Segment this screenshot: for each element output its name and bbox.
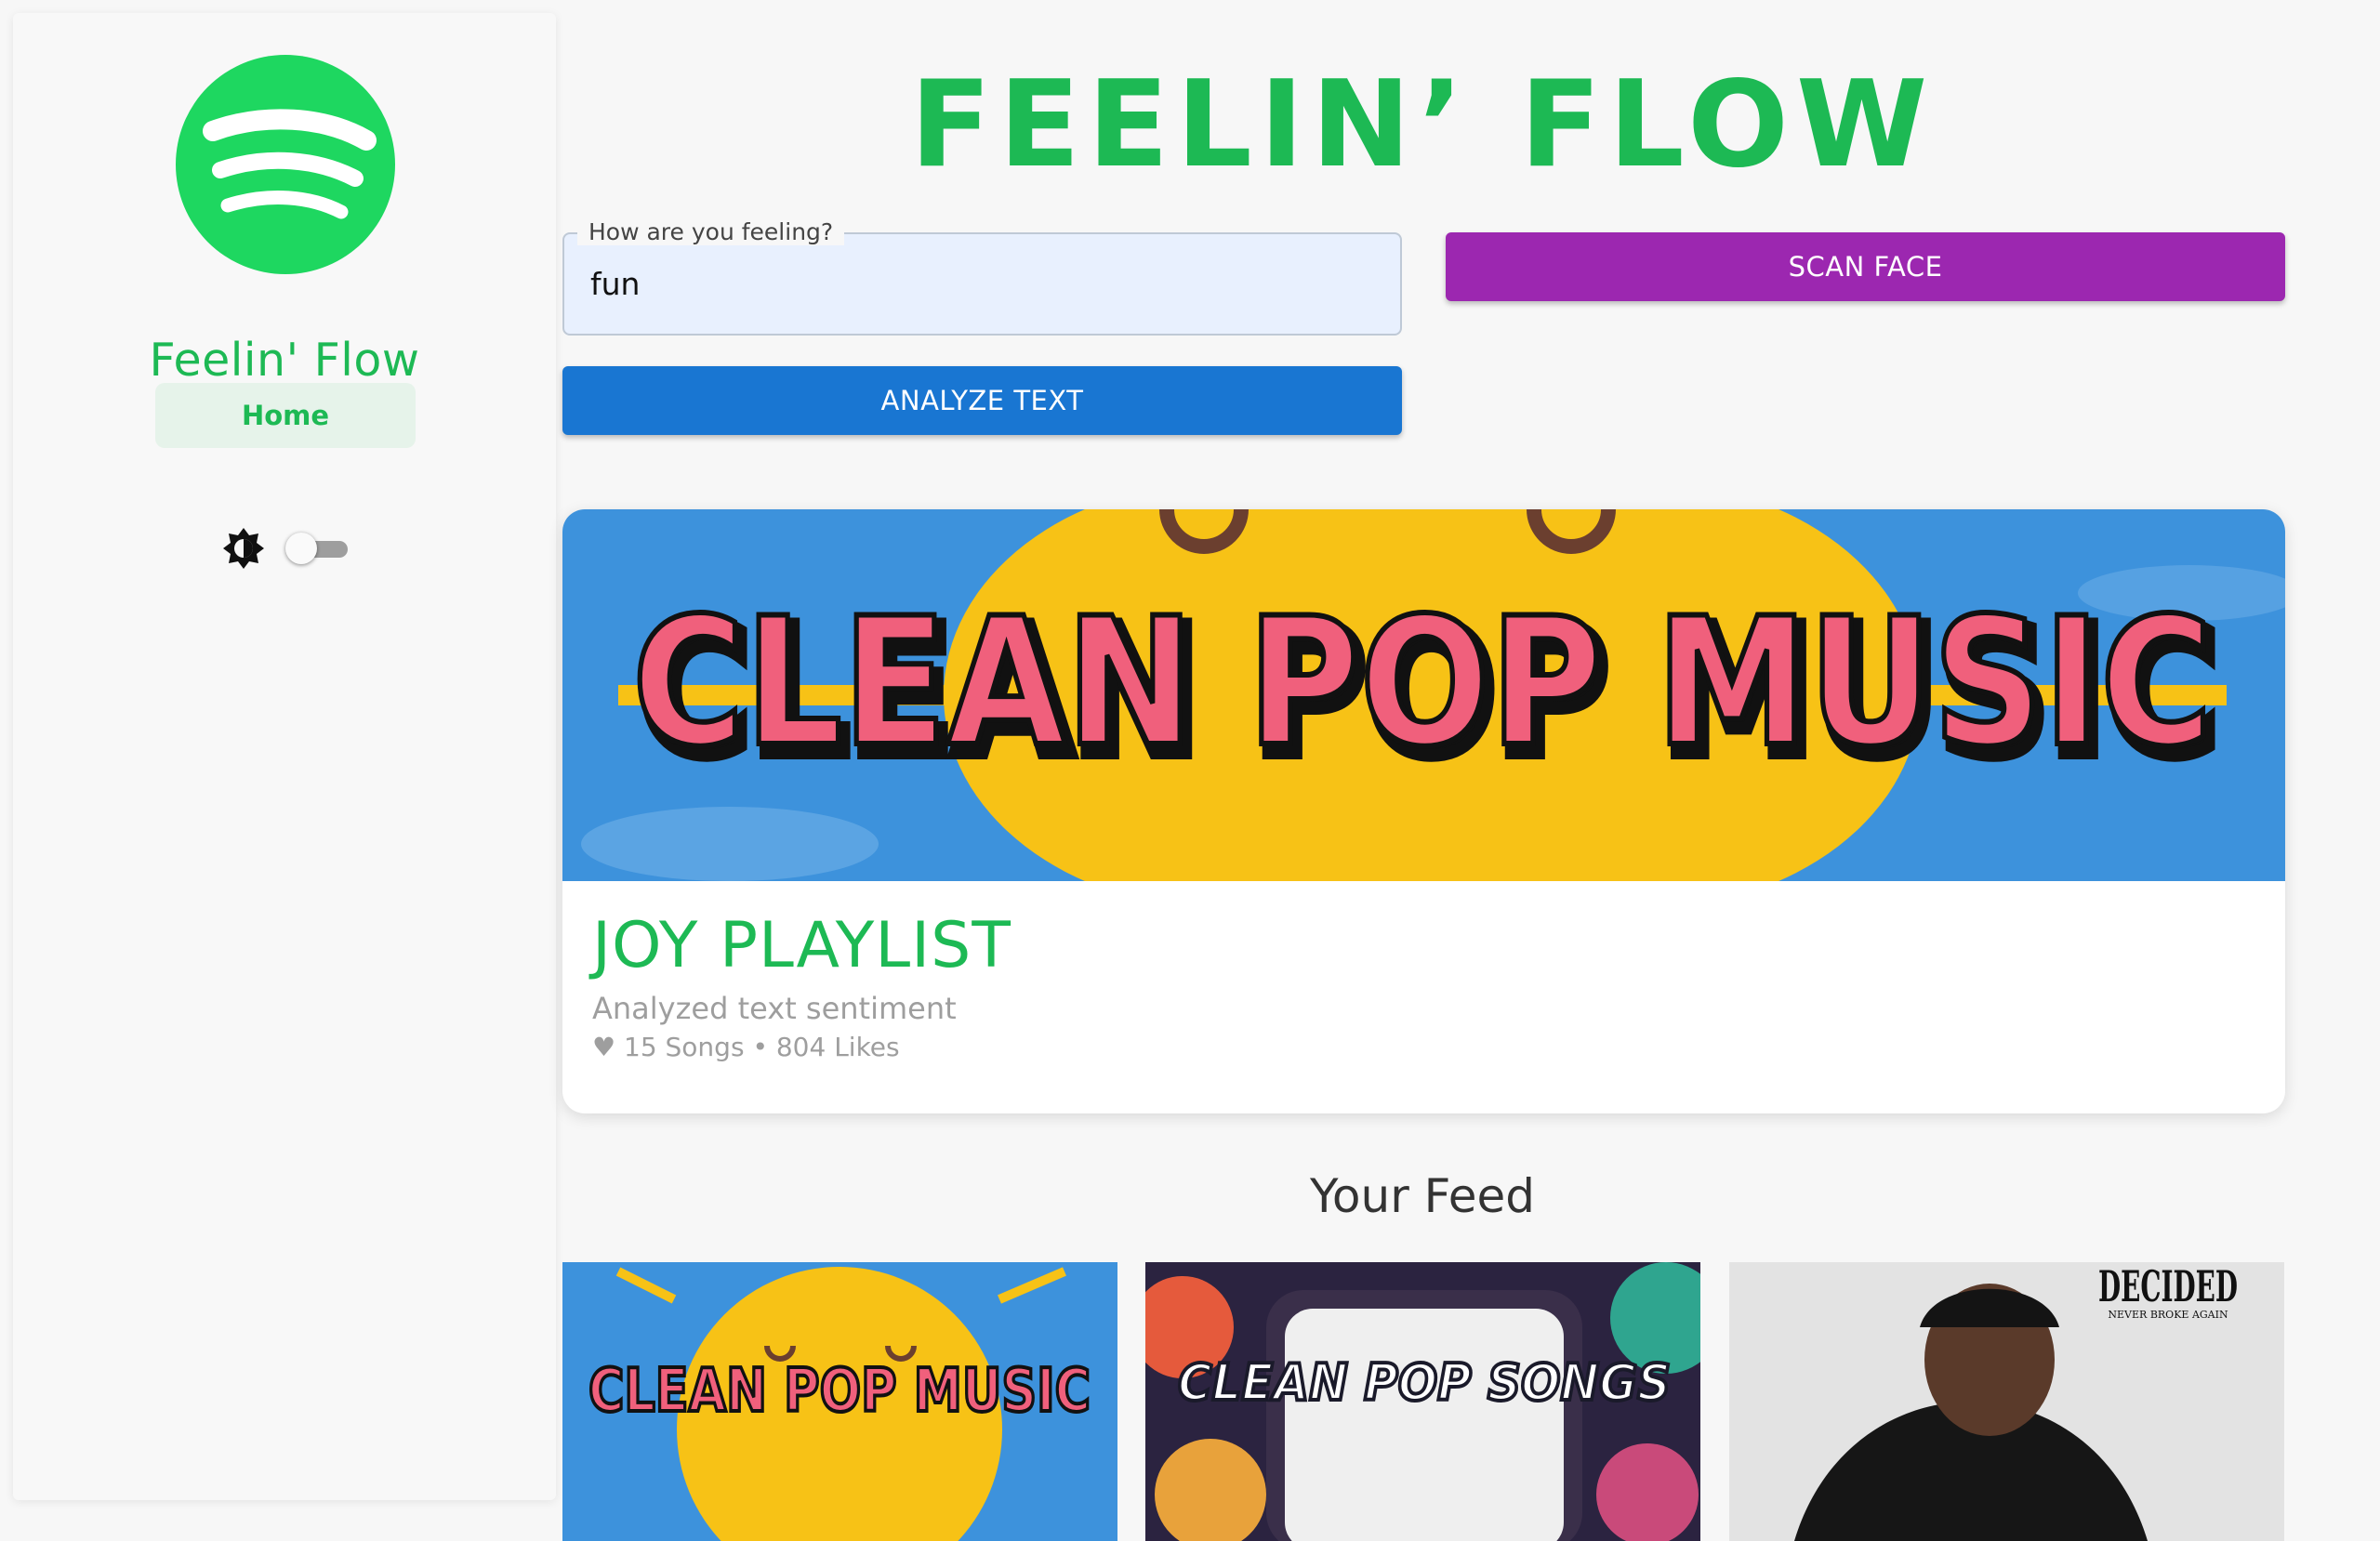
sidebar-item-home[interactable]: Home (155, 383, 416, 448)
feed-item[interactable]: CLEAN POP MUSIC (562, 1262, 1117, 1541)
feed-art-text: DECIDED (2098, 1262, 2238, 1311)
feed-item[interactable]: CLEAN POP SONGS (1145, 1262, 1700, 1541)
brightness-icon (223, 528, 264, 569)
playlist-banner-image: CLEAN POP MUSIC CLEAN POP MUSIC (562, 509, 2285, 881)
feed-item-artwork: DECIDED NEVER BROKE AGAIN (1729, 1262, 2284, 1541)
playlist-subtitle: Analyzed text sentiment (592, 991, 957, 1026)
playlist-meta: ♥ 15 Songs • 804 Likes (592, 1032, 900, 1062)
playlist-title: JOY PLAYLIST (592, 909, 1012, 982)
sidebar: Feelin' Flow Home (13, 13, 556, 1500)
theme-switch-knob[interactable] (285, 533, 317, 564)
app-name: Feelin' Flow (149, 334, 420, 387)
feed-title: Your Feed (1310, 1169, 1535, 1223)
feed-item-artwork: CLEAN POP MUSIC (562, 1262, 1117, 1541)
playlist-card[interactable]: CLEAN POP MUSIC CLEAN POP MUSIC JOY PLAY… (562, 509, 2285, 1113)
banner-title: CLEAN POP MUSIC (632, 580, 2213, 785)
scan-face-button[interactable]: SCAN FACE (1446, 232, 2285, 301)
feed-art-text: CLEAN POP SONGS (1178, 1353, 1671, 1412)
feed-art-text: CLEAN POP MUSIC (588, 1357, 1091, 1426)
mood-input[interactable] (588, 257, 1373, 310)
feed-item[interactable]: DECIDED NEVER BROKE AGAIN (1729, 1262, 2284, 1541)
analyze-text-button[interactable]: ANALYZE TEXT (562, 366, 1402, 435)
feed-art-subtext: NEVER BROKE AGAIN (2108, 1309, 2228, 1321)
spotify-logo-icon[interactable] (176, 55, 395, 274)
feed-item-artwork: CLEAN POP SONGS (1145, 1262, 1700, 1541)
mood-field-label: How are you feeling? (577, 218, 845, 245)
page-title: FEELIN’ FLOW (909, 56, 1936, 194)
mood-text-field[interactable]: How are you feeling? (562, 218, 1402, 336)
theme-toggle-row (222, 527, 371, 570)
